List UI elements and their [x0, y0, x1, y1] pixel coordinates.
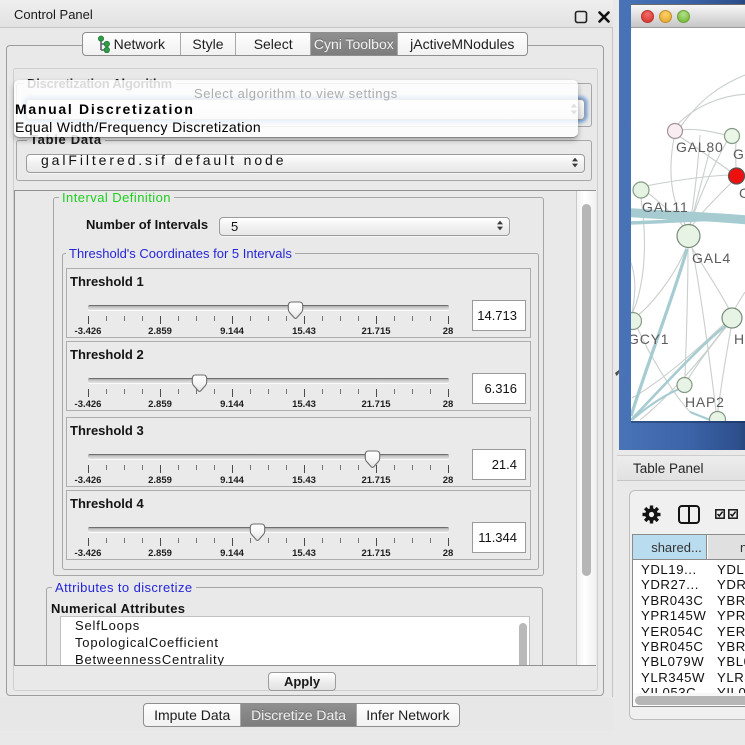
- svg-text:HAP2: HAP2: [685, 394, 725, 410]
- svg-text:GCY1: GCY1: [631, 331, 669, 347]
- svg-text:GAL80: GAL80: [676, 139, 724, 155]
- svg-text:GAL4: GAL4: [692, 250, 731, 266]
- svg-text:GA: GA: [733, 146, 745, 162]
- svg-text:H: H: [734, 331, 745, 347]
- svg-text:C: C: [739, 185, 745, 201]
- svg-text:GAL11: GAL11: [642, 199, 689, 215]
